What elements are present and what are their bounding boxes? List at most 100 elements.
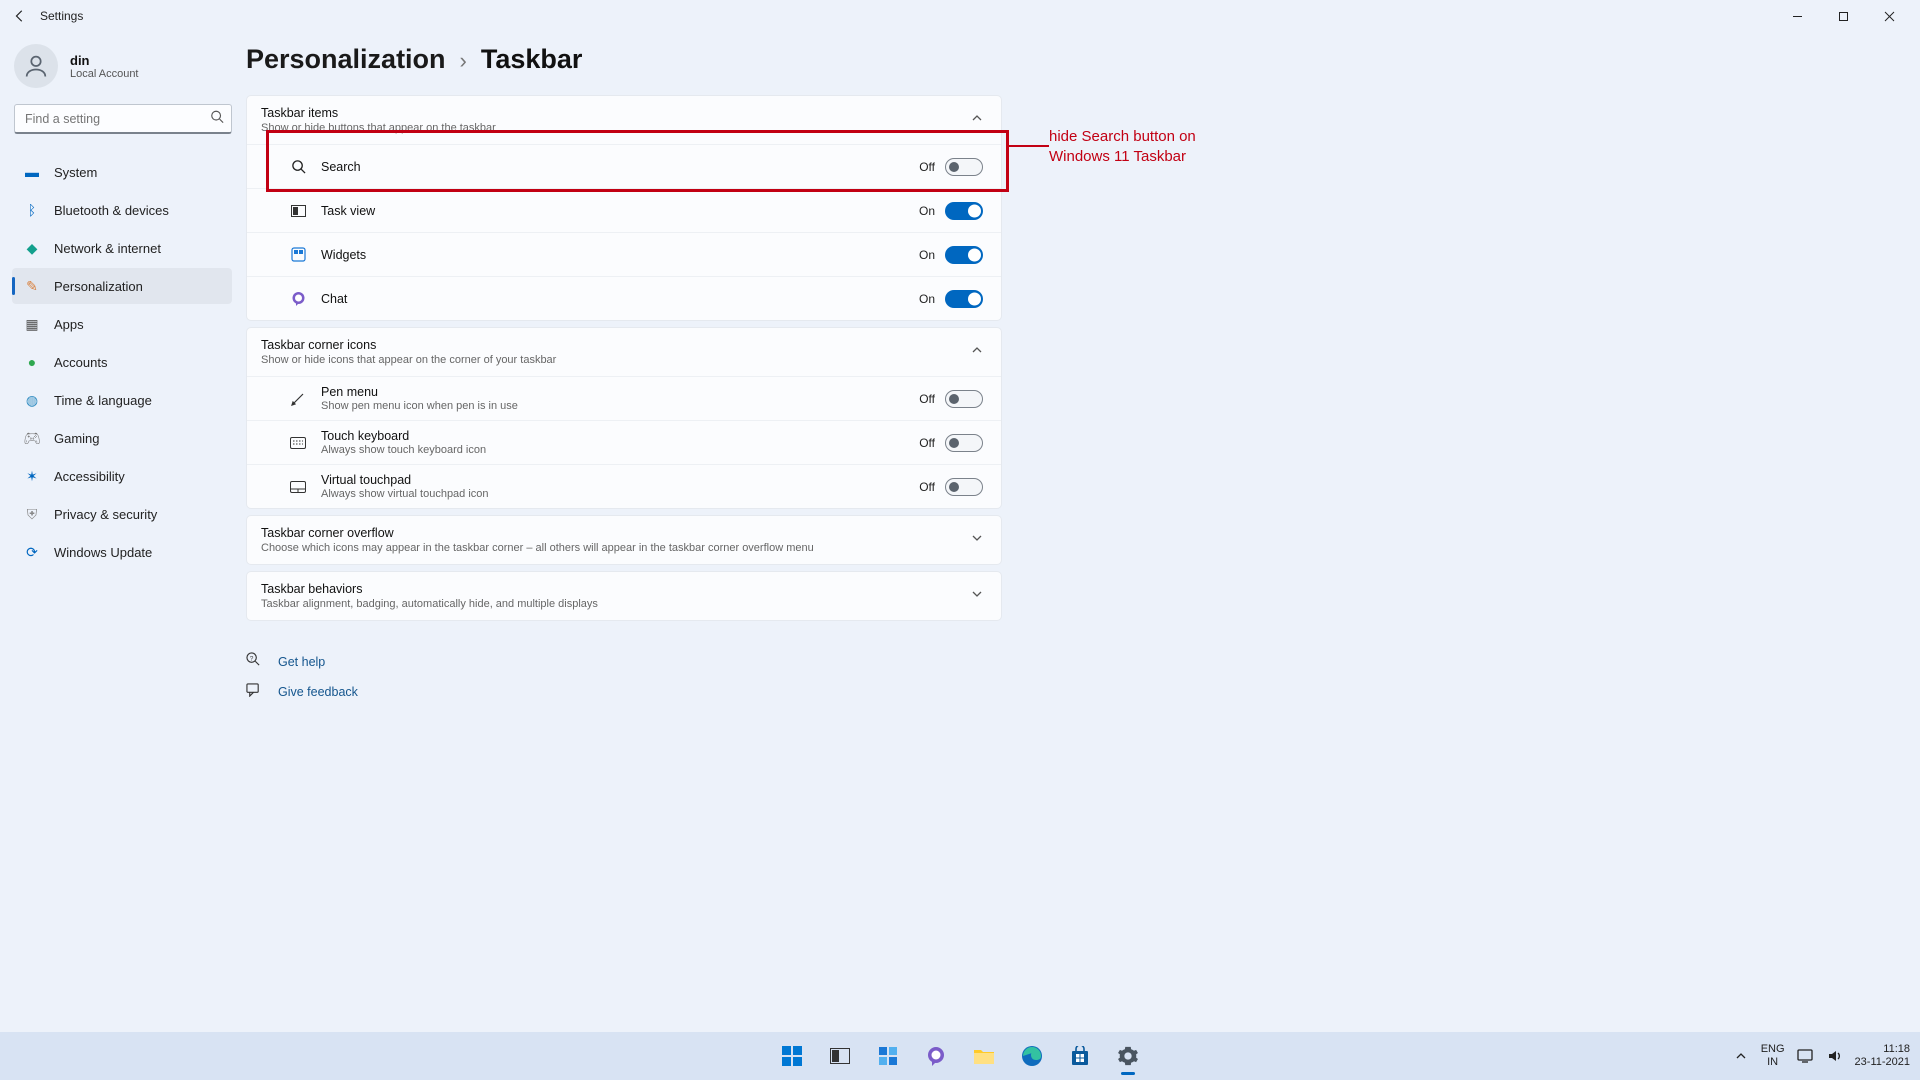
minimize-button[interactable]	[1774, 0, 1820, 32]
toggle-state: On	[919, 292, 935, 306]
toggle-state: On	[919, 248, 935, 262]
avatar	[14, 44, 58, 88]
edge-button[interactable]	[1012, 1036, 1052, 1076]
chevron-down-icon	[971, 531, 983, 549]
nav-apps[interactable]: ▦Apps	[12, 306, 232, 342]
virtual-touchpad-toggle[interactable]	[945, 478, 983, 496]
sidebar: din Local Account ▬System ᛒBluetooth & d…	[0, 32, 246, 1032]
panel-corner-icons: Taskbar corner icons Show or hide icons …	[246, 327, 1002, 509]
language-indicator[interactable]: ENGIN	[1761, 1043, 1785, 1068]
taskview-toggle[interactable]	[945, 202, 983, 220]
settings-button[interactable]	[1108, 1036, 1148, 1076]
main-content: Personalization › Taskbar Taskbar items …	[246, 32, 1920, 1032]
user-account-type: Local Account	[70, 68, 139, 80]
clock[interactable]: 11:1823-11-2021	[1855, 1043, 1910, 1068]
annotation-text: hide Search button on Windows 11 Taskbar	[1049, 127, 1196, 168]
toggle-state: Off	[919, 480, 935, 494]
nav-label: Accessibility	[54, 469, 125, 484]
get-help-link[interactable]: ? Get help	[246, 647, 1002, 677]
widgets-toggle[interactable]	[945, 246, 983, 264]
panel-taskbar-items: Taskbar items Show or hide buttons that …	[246, 95, 1002, 321]
windows-taskbar: ENGIN 11:1823-11-2021	[0, 1032, 1920, 1080]
user-name: din	[70, 53, 139, 68]
network-tray-icon[interactable]	[1795, 1049, 1815, 1063]
panel-subtitle: Show or hide icons that appear on the co…	[261, 354, 556, 366]
chevron-up-icon	[971, 343, 983, 361]
nav-network[interactable]: ◆ Network & internet	[12, 230, 232, 266]
panel-subtitle: Choose which icons may appear in the tas…	[261, 542, 814, 554]
chat-icon	[265, 291, 315, 306]
touch-keyboard-toggle[interactable]	[945, 434, 983, 452]
panel-title: Taskbar behaviors	[261, 582, 598, 596]
row-label: Pen menu	[321, 385, 919, 399]
touchpad-icon	[265, 481, 315, 493]
search-input[interactable]	[14, 104, 232, 134]
volume-tray-icon[interactable]	[1825, 1049, 1845, 1063]
nav-update[interactable]: ⟳Windows Update	[12, 534, 232, 570]
monitor-icon: ▬	[24, 164, 40, 180]
row-label: Touch keyboard	[321, 429, 919, 443]
panel-title: Taskbar items	[261, 106, 496, 120]
nav-accounts[interactable]: ●Accounts	[12, 344, 232, 380]
bluetooth-icon: ᛒ	[24, 202, 40, 218]
title-bar: Settings	[0, 0, 1920, 32]
row-pen-menu: Pen menuShow pen menu icon when pen is i…	[247, 376, 1001, 420]
start-button[interactable]	[772, 1036, 812, 1076]
breadcrumb: Personalization › Taskbar	[246, 44, 1920, 75]
nav-gaming[interactable]: 🎮︎Gaming	[12, 420, 232, 456]
nav-label: Network & internet	[54, 241, 161, 256]
taskview-icon	[265, 205, 315, 217]
chat-toggle[interactable]	[945, 290, 983, 308]
accessibility-icon: ✶	[24, 468, 40, 484]
pen-toggle[interactable]	[945, 390, 983, 408]
taskview-button[interactable]	[820, 1036, 860, 1076]
nav-personalization[interactable]: ✎Personalization	[12, 268, 232, 304]
chat-button[interactable]	[916, 1036, 956, 1076]
panel-header-taskbar-items[interactable]: Taskbar items Show or hide buttons that …	[247, 96, 1001, 144]
tray-overflow-button[interactable]	[1731, 1051, 1751, 1061]
globe-icon: ◍	[24, 392, 40, 408]
nav-time[interactable]: ◍ Time & language	[12, 382, 232, 418]
nav-accessibility[interactable]: ✶ Accessibility	[12, 458, 232, 494]
breadcrumb-parent[interactable]: Personalization	[246, 44, 446, 75]
toggle-state: Off	[919, 436, 935, 450]
row-label: Virtual touchpad	[321, 473, 919, 487]
row-sublabel: Show pen menu icon when pen is in use	[321, 400, 919, 412]
row-chat: Chat On	[247, 276, 1001, 320]
panel-header-corner-icons[interactable]: Taskbar corner icons Show or hide icons …	[247, 328, 1001, 376]
nav-privacy[interactable]: ⛨Privacy & security	[12, 496, 232, 532]
windows-logo-icon	[782, 1046, 802, 1066]
update-icon: ⟳	[24, 544, 40, 560]
give-feedback-link[interactable]: Give feedback	[246, 677, 1002, 707]
help-icon: ?	[246, 652, 262, 672]
nav-label: Time & language	[54, 393, 152, 408]
panel-taskbar-behaviors[interactable]: Taskbar behaviors Taskbar alignment, bad…	[246, 571, 1002, 621]
search-box	[14, 104, 232, 134]
nav-system[interactable]: ▬System	[12, 154, 232, 190]
maximize-button[interactable]	[1820, 0, 1866, 32]
store-button[interactable]	[1060, 1036, 1100, 1076]
feedback-icon	[246, 682, 262, 702]
annotation-line2: Windows 11 Taskbar	[1049, 147, 1196, 167]
widgets-button[interactable]	[868, 1036, 908, 1076]
row-label: Task view	[321, 204, 919, 218]
user-block[interactable]: din Local Account	[14, 42, 232, 104]
search-toggle[interactable]	[945, 158, 983, 176]
nav-bluetooth[interactable]: ᛒBluetooth & devices	[12, 192, 232, 228]
file-explorer-button[interactable]	[964, 1036, 1004, 1076]
pen-icon	[265, 391, 315, 407]
nav-label: Gaming	[54, 431, 100, 446]
row-widgets: Widgets On	[247, 232, 1001, 276]
panel-subtitle: Show or hide buttons that appear on the …	[261, 122, 496, 134]
nav-label: Privacy & security	[54, 507, 157, 522]
close-button[interactable]	[1866, 0, 1912, 32]
chevron-up-icon	[971, 111, 983, 129]
panel-corner-overflow[interactable]: Taskbar corner overflow Choose which ico…	[246, 515, 1002, 565]
widgets-icon	[265, 247, 315, 262]
window-title: Settings	[40, 9, 83, 23]
back-button[interactable]	[8, 4, 32, 28]
chevron-down-icon	[971, 587, 983, 605]
toggle-state: Off	[919, 160, 935, 174]
annotation-line1: hide Search button on	[1049, 127, 1196, 147]
wifi-icon: ◆	[24, 240, 40, 256]
